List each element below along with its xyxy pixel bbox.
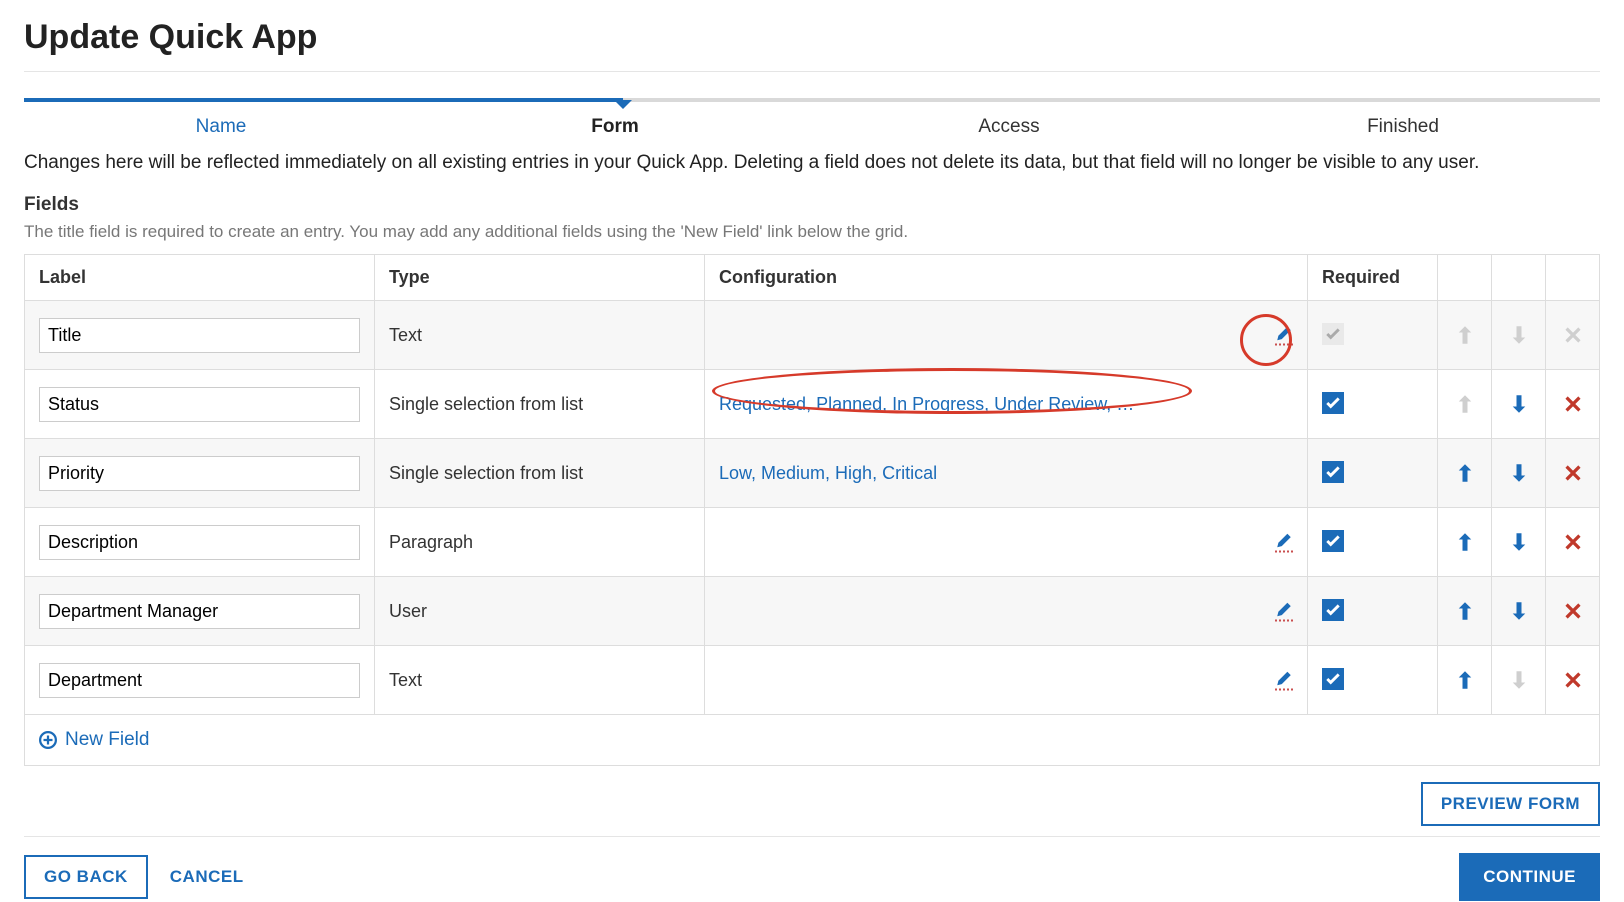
field-type: Text [375,646,705,715]
go-back-button[interactable]: GO BACK [24,855,148,899]
move-down-button[interactable] [1506,520,1531,564]
delete-button[interactable] [1560,451,1585,495]
delete-button[interactable] [1560,589,1585,633]
header-move-up [1438,255,1492,301]
stepper-caret-icon [614,100,632,109]
intro-text: Changes here will be reflected immediate… [24,152,1600,174]
plus-circle-icon [39,731,57,749]
field-type: Paragraph [375,508,705,577]
delete-button[interactable] [1560,658,1585,702]
table-row: Paragraph [25,508,1600,577]
required-checkbox[interactable] [1322,392,1344,414]
move-down-button [1506,658,1531,702]
step-finished: Finished [1206,116,1600,138]
pencil-icon[interactable] [1275,670,1293,691]
header-required: Required [1308,255,1438,301]
move-up-button [1452,382,1477,426]
pencil-icon[interactable] [1275,532,1293,553]
move-up-button [1452,313,1477,357]
field-label-input[interactable] [39,594,360,629]
required-checkbox[interactable] [1322,599,1344,621]
field-type: User [375,577,705,646]
pencil-icon[interactable] [1275,325,1293,346]
field-config-cell [705,577,1308,646]
required-checkbox [1322,323,1344,345]
required-checkbox[interactable] [1322,461,1344,483]
field-label-input[interactable] [39,663,360,698]
move-down-button [1506,313,1531,357]
field-type: Single selection from list [375,370,705,439]
move-up-button[interactable] [1452,589,1477,633]
field-label-input[interactable] [39,456,360,491]
fields-heading: Fields [24,194,1600,216]
move-down-button[interactable] [1506,382,1531,426]
header-config: Configuration [705,255,1308,301]
move-down-button[interactable] [1506,589,1531,633]
new-field-label: New Field [65,729,149,751]
fields-subtext: The title field is required to create an… [24,222,1600,242]
table-row: Text [25,646,1600,715]
stepper-progress [24,98,623,102]
table-row: Single selection from list Low, Medium, H… [25,439,1600,508]
fields-table: Label Type Configuration Required TextSi… [24,254,1600,766]
field-config-link[interactable]: Low, Medium, High, Critical [719,463,937,484]
field-type: Single selection from list [375,439,705,508]
table-row: Text [25,301,1600,370]
fields-table-wrapper: Label Type Configuration Required TextSi… [24,254,1600,766]
move-up-button[interactable] [1452,520,1477,564]
step-access: Access [812,116,1206,138]
delete-button[interactable] [1560,520,1585,564]
field-config-cell [705,301,1308,370]
move-up-button[interactable] [1452,658,1477,702]
field-config-link[interactable]: Requested, Planned, In Progress, Under R… [719,394,1139,415]
divider [24,71,1600,72]
cancel-button[interactable]: CANCEL [166,857,248,897]
step-form: Form [418,116,812,138]
header-move-down [1492,255,1546,301]
stepper-track [24,98,1600,102]
field-config-cell: Requested, Planned, In Progress, Under R… [705,370,1308,439]
delete-button[interactable] [1560,382,1585,426]
field-config-cell [705,646,1308,715]
preview-form-button[interactable]: PREVIEW FORM [1421,782,1600,826]
required-checkbox[interactable] [1322,530,1344,552]
move-up-button[interactable] [1452,451,1477,495]
move-down-button[interactable] [1506,451,1531,495]
table-row: Single selection from list Requested, Pla… [25,370,1600,439]
delete-button [1560,313,1585,357]
step-name[interactable]: Name [24,116,418,138]
header-delete [1546,255,1600,301]
field-label-input[interactable] [39,525,360,560]
wizard-stepper: Name Form Access Finished [24,98,1600,138]
field-label-input[interactable] [39,387,360,422]
table-row: User [25,577,1600,646]
field-config-cell [705,508,1308,577]
field-label-input[interactable] [39,318,360,353]
header-type: Type [375,255,705,301]
field-config-cell: Low, Medium, High, Critical [705,439,1308,508]
field-type: Text [375,301,705,370]
new-field-link[interactable]: New Field [25,715,1599,765]
continue-button[interactable]: CONTINUE [1459,853,1600,901]
header-label: Label [25,255,375,301]
pencil-icon[interactable] [1275,601,1293,622]
required-checkbox[interactable] [1322,668,1344,690]
page-title: Update Quick App [24,18,1600,57]
